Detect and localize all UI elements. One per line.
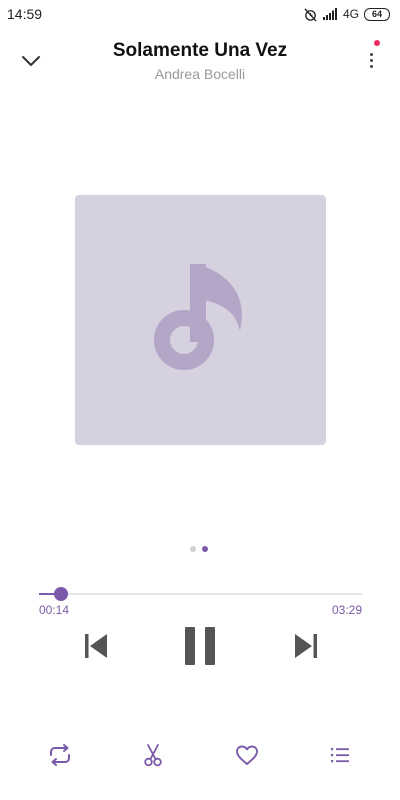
heart-icon [236, 745, 258, 765]
player-header: Solamente Una Vez Andrea Bocelli [0, 28, 400, 92]
ringtone-cut-button[interactable] [137, 739, 169, 771]
scissors-icon [144, 744, 162, 767]
playlist-button[interactable] [324, 739, 356, 771]
page-dot-active[interactable] [202, 546, 208, 552]
total-time: 03:29 [331, 603, 362, 617]
favorite-button[interactable] [231, 739, 263, 771]
current-time: 00:14 [39, 603, 70, 617]
status-time: 14:59 [7, 6, 43, 22]
more-options-button[interactable] [362, 46, 382, 76]
pause-button[interactable] [181, 624, 219, 668]
repeat-button[interactable] [44, 739, 76, 771]
status-bar: 14:59 4G 64 [0, 0, 400, 28]
skip-previous-icon [85, 634, 107, 658]
page-indicator [190, 546, 208, 552]
collapse-button[interactable] [16, 48, 46, 74]
artist-name[interactable]: Andrea Bocelli [70, 66, 330, 82]
page-dot[interactable] [190, 546, 196, 552]
battery-level: 64 [371, 8, 382, 19]
song-title: Solamente Una Vez [112, 40, 288, 61]
playlist-icon [331, 748, 349, 763]
album-art [75, 195, 326, 445]
seek-thumb[interactable] [53, 587, 68, 601]
status-icons: 4G 64 [303, 5, 390, 23]
chevron-down-icon [22, 56, 40, 66]
seek-track [39, 593, 362, 595]
network-type: 4G [342, 7, 359, 21]
repeat-icon [50, 744, 70, 766]
next-button[interactable] [290, 630, 322, 662]
skip-next-icon [295, 634, 317, 658]
seek-bar[interactable] [39, 587, 362, 601]
signal-icon [322, 8, 337, 20]
pause-icon [185, 627, 215, 665]
alarm-off-icon [304, 7, 317, 22]
music-note-icon [153, 264, 242, 370]
notification-dot [374, 40, 380, 46]
previous-button[interactable] [80, 630, 112, 662]
battery-icon: 64 [364, 7, 390, 21]
